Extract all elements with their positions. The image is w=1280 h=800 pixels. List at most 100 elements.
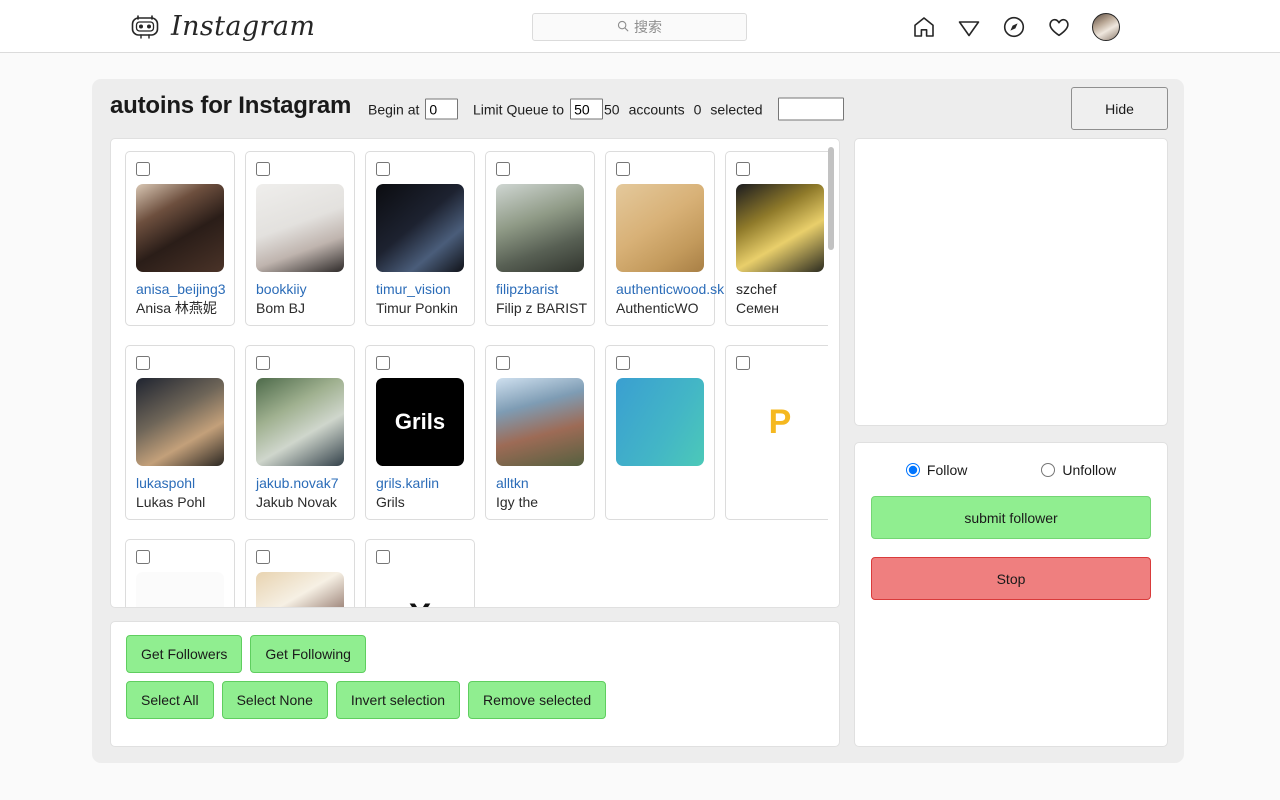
limit-queue-input[interactable] bbox=[570, 98, 604, 120]
selected-count: 0 bbox=[693, 101, 702, 117]
accounts-label: accounts bbox=[628, 101, 685, 117]
account-card[interactable]: jakub.novak7 Jakub Novak bbox=[245, 345, 355, 520]
autoins-app-panel: autoins for Instagram Begin at Limit Que… bbox=[92, 79, 1184, 763]
select-none-button[interactable]: Select None bbox=[221, 681, 328, 719]
account-avatar[interactable] bbox=[136, 184, 224, 272]
begin-at-input[interactable] bbox=[425, 98, 459, 120]
account-avatar[interactable] bbox=[616, 378, 704, 466]
account-username[interactable]: anisa_beijing3 bbox=[136, 281, 234, 297]
remove-selected-button[interactable]: Remove selected bbox=[468, 681, 607, 719]
account-avatar[interactable]: Grils bbox=[376, 378, 464, 466]
grid-scrollbar-thumb[interactable] bbox=[828, 147, 834, 250]
unfollow-label: Unfollow bbox=[1062, 462, 1117, 478]
account-avatar[interactable] bbox=[136, 378, 224, 466]
hide-button[interactable]: Hide bbox=[1071, 87, 1168, 130]
account-username[interactable]: timur_vision bbox=[376, 281, 474, 297]
stop-button[interactable]: Stop bbox=[871, 557, 1151, 600]
account-username[interactable]: bookkiiy bbox=[256, 281, 354, 297]
search-input[interactable]: 搜索 bbox=[532, 13, 747, 41]
right-column: Follow Unfollow submit follower Stop bbox=[854, 138, 1168, 747]
account-checkbox[interactable] bbox=[136, 550, 150, 564]
account-avatar[interactable] bbox=[256, 572, 344, 607]
account-avatar[interactable]: X bbox=[376, 572, 464, 607]
get-followers-button[interactable]: Get Followers bbox=[126, 635, 243, 673]
account-username[interactable]: lukaspohl bbox=[136, 475, 234, 491]
account-avatar[interactable] bbox=[376, 184, 464, 272]
account-checkbox[interactable] bbox=[136, 162, 150, 176]
brand-logo[interactable]: Instagram bbox=[128, 9, 315, 43]
account-username[interactable]: grils.karlin bbox=[376, 475, 474, 491]
account-username[interactable]: szchef bbox=[736, 281, 834, 297]
follow-radio[interactable] bbox=[905, 463, 920, 477]
account-card[interactable]: anisa_beijing3 Anisa 林燕妮 bbox=[125, 151, 235, 326]
actions-panel: Get Followers Get Following Select All S… bbox=[110, 621, 840, 747]
begin-at-field-group: Begin at bbox=[368, 98, 459, 120]
account-checkbox[interactable] bbox=[616, 356, 630, 370]
account-card[interactable]: filipzbarist Filip z BARIST bbox=[485, 151, 595, 326]
account-avatar[interactable] bbox=[616, 184, 704, 272]
nav-icon-group bbox=[912, 0, 1120, 53]
account-fullname: Bom BJ bbox=[256, 300, 306, 316]
account-card[interactable]: P bbox=[725, 345, 835, 520]
selected-label: selected bbox=[710, 101, 763, 117]
account-fullname: Igy the bbox=[496, 494, 539, 510]
account-username[interactable]: filipzbarist bbox=[496, 281, 594, 297]
invert-selection-button[interactable]: Invert selection bbox=[335, 681, 461, 719]
account-avatar[interactable] bbox=[736, 184, 824, 272]
account-fullname: Lukas Pohl bbox=[136, 494, 206, 510]
account-username[interactable]: jakub.novak7 bbox=[256, 475, 354, 491]
account-checkbox[interactable] bbox=[376, 356, 390, 370]
accounts-count: 50 bbox=[604, 101, 620, 117]
account-checkbox[interactable] bbox=[136, 356, 150, 370]
account-card[interactable]: X bbox=[365, 539, 475, 607]
follow-radio-option[interactable]: Follow bbox=[905, 462, 967, 478]
account-fullname: Jakub Novak bbox=[256, 494, 337, 510]
account-checkbox[interactable] bbox=[376, 162, 390, 176]
account-avatar[interactable] bbox=[496, 184, 584, 272]
account-username[interactable]: authenticwood.sk bbox=[616, 281, 724, 297]
account-card[interactable] bbox=[605, 345, 715, 520]
profile-avatar[interactable] bbox=[1092, 12, 1120, 41]
account-checkbox[interactable] bbox=[256, 162, 270, 176]
filter-input[interactable] bbox=[777, 97, 844, 121]
account-checkbox[interactable] bbox=[256, 550, 270, 564]
account-card[interactable]: szchef Семен bbox=[725, 151, 835, 326]
account-card[interactable]: alltkn Igy the bbox=[485, 345, 595, 520]
submit-follower-button[interactable]: submit follower bbox=[871, 496, 1151, 539]
counts-group: 50 accounts 0 selected bbox=[604, 97, 844, 121]
home-icon[interactable] bbox=[912, 15, 936, 39]
heart-activity-icon[interactable] bbox=[1047, 15, 1071, 39]
account-avatar[interactable] bbox=[496, 378, 584, 466]
account-card[interactable]: authenticwood.sk AuthenticWO bbox=[605, 151, 724, 326]
account-checkbox[interactable] bbox=[736, 162, 750, 176]
unfollow-radio[interactable] bbox=[1041, 463, 1056, 477]
account-card[interactable]: bookkiiy Bom BJ bbox=[245, 151, 355, 326]
account-avatar[interactable] bbox=[256, 378, 344, 466]
begin-at-label: Begin at bbox=[368, 101, 420, 117]
grid-scrollbar-track[interactable] bbox=[828, 141, 837, 605]
account-avatar[interactable]: P bbox=[736, 378, 824, 466]
account-card[interactable] bbox=[125, 539, 235, 607]
account-checkbox[interactable] bbox=[256, 356, 270, 370]
get-following-button[interactable]: Get Following bbox=[250, 635, 366, 673]
account-card[interactable] bbox=[245, 539, 355, 607]
account-card[interactable]: timur_vision Timur Ponkin bbox=[365, 151, 475, 326]
account-card[interactable]: Grils grils.karlin Grils bbox=[365, 345, 475, 520]
compass-explore-icon[interactable] bbox=[1002, 15, 1026, 39]
account-checkbox[interactable] bbox=[496, 162, 510, 176]
account-checkbox[interactable] bbox=[376, 550, 390, 564]
robot-icon bbox=[128, 9, 162, 43]
top-navbar: Instagram 搜索 bbox=[0, 0, 1280, 53]
account-username[interactable]: alltkn bbox=[496, 475, 594, 491]
account-avatar[interactable] bbox=[136, 572, 224, 607]
account-checkbox[interactable] bbox=[736, 356, 750, 370]
account-avatar[interactable] bbox=[256, 184, 344, 272]
account-checkbox[interactable] bbox=[616, 162, 630, 176]
unfollow-radio-option[interactable]: Unfollow bbox=[1041, 462, 1116, 478]
account-card[interactable]: lukaspohl Lukas Pohl bbox=[125, 345, 235, 520]
select-all-button[interactable]: Select All bbox=[126, 681, 214, 719]
account-checkbox[interactable] bbox=[496, 356, 510, 370]
paper-plane-icon[interactable] bbox=[957, 15, 981, 39]
search-icon bbox=[617, 19, 629, 35]
account-fullname: Семен bbox=[736, 300, 780, 316]
